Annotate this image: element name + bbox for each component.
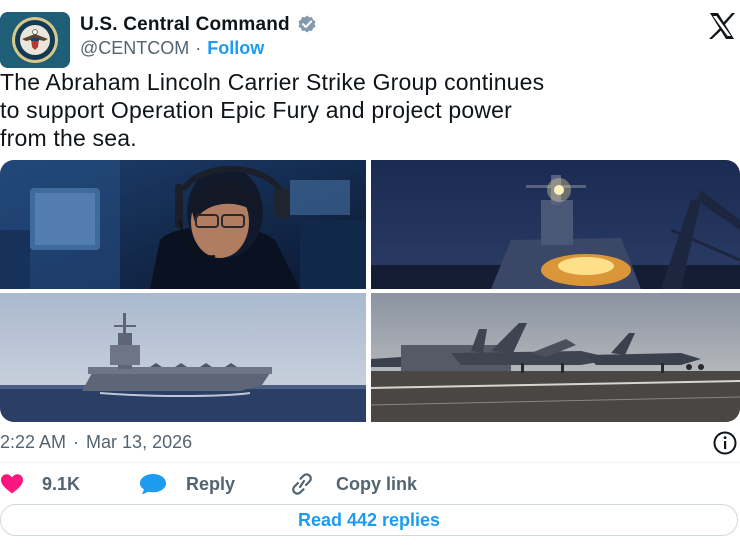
tweet-time: 2:22 AM: [0, 431, 67, 452]
name-row: U.S. Central Command: [80, 12, 318, 38]
media-ship-deck-night[interactable]: [371, 160, 740, 289]
tweet-text: The Abraham Lincoln Carrier Strike Group…: [0, 69, 545, 151]
tweet-date: Mar 13, 2026: [86, 431, 193, 452]
heart-icon: [1, 474, 23, 494]
avatar[interactable]: [0, 12, 70, 68]
media-grid: [0, 160, 740, 422]
copy-link-label: Copy link: [336, 473, 418, 494]
sailor-photo: [0, 160, 366, 289]
verified-badge-icon: [298, 15, 316, 33]
like-button[interactable]: 9.1K: [0, 470, 80, 498]
centcom-seal-icon: [0, 12, 70, 68]
handle-row: @CENTCOM · Follow: [80, 37, 264, 59]
reply-button[interactable]: Reply: [138, 470, 235, 498]
media-fighter-jets-deck[interactable]: [371, 293, 740, 422]
copy-link-button[interactable]: Copy link: [288, 470, 417, 498]
carrier-photo: [0, 293, 366, 422]
tweet-timestamp[interactable]: 2:22 AM · Mar 13, 2026: [0, 430, 192, 454]
read-replies-button[interactable]: Read 442 replies: [0, 504, 738, 536]
link-icon: [292, 473, 312, 495]
tweet-actions: 9.1K Reply Copy link: [0, 470, 740, 498]
reply-bubble-icon: [140, 474, 166, 495]
follow-button[interactable]: Follow: [207, 38, 264, 59]
like-count: 9.1K: [42, 473, 81, 494]
ship-night-photo: [371, 160, 740, 289]
jets-photo: [371, 293, 740, 422]
actions-divider: [0, 462, 740, 463]
media-sailor-with-headset[interactable]: [0, 160, 366, 289]
x-logo-icon[interactable]: [704, 8, 740, 44]
tweet-header: U.S. Central Command @CENTCOM · Follow: [0, 0, 740, 68]
account-handle[interactable]: @CENTCOM: [80, 38, 189, 59]
reply-label: Reply: [186, 473, 236, 494]
display-name[interactable]: U.S. Central Command: [80, 14, 290, 36]
info-icon[interactable]: [712, 430, 738, 456]
handle-separator: ·: [195, 37, 202, 58]
timestamp-separator: ·: [73, 431, 80, 452]
media-aircraft-carrier[interactable]: [0, 293, 366, 422]
